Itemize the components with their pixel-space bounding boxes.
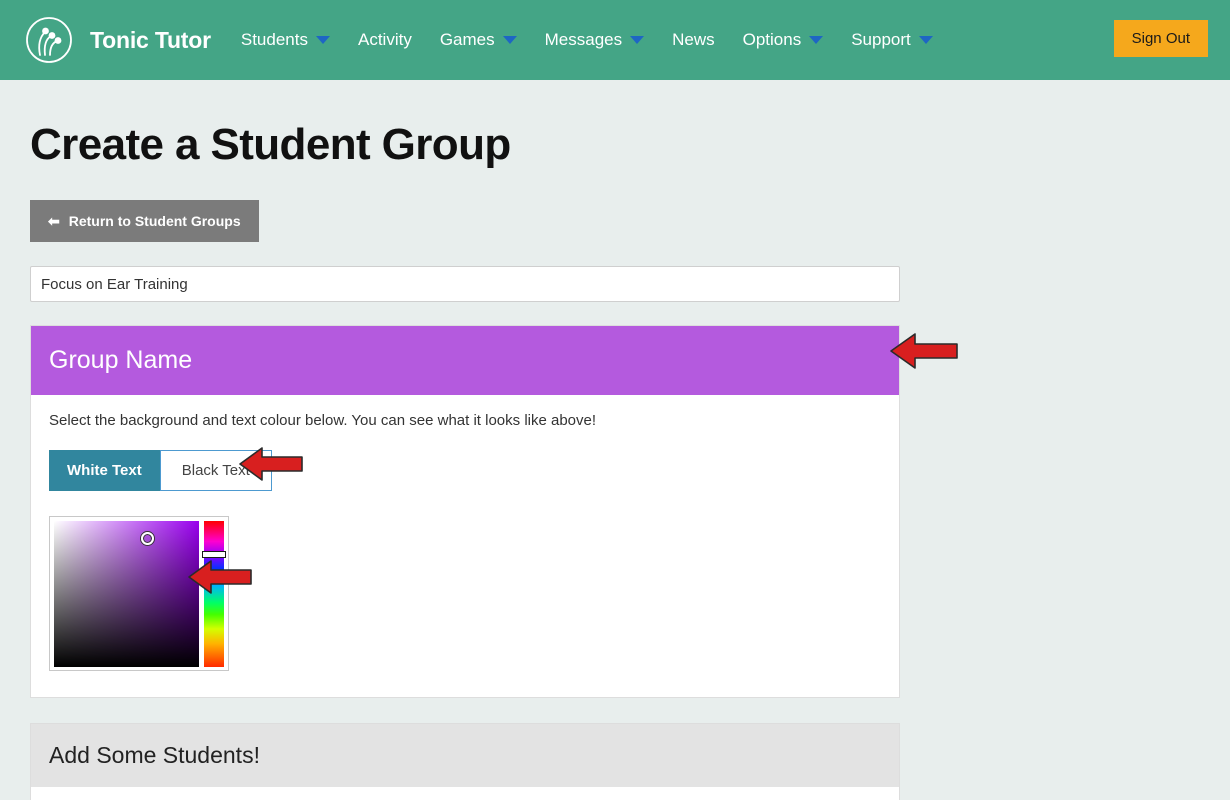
nav-item-label: Students — [241, 30, 308, 50]
top-navbar: Tonic Tutor Students Activity Games Mess… — [0, 0, 1230, 80]
nav-item-students[interactable]: Students — [241, 30, 330, 50]
page-title: Create a Student Group — [30, 120, 1230, 170]
nav-item-games[interactable]: Games — [440, 30, 517, 50]
chevron-down-icon — [919, 36, 933, 44]
nav-item-messages[interactable]: Messages — [545, 30, 644, 50]
nav-item-label: News — [672, 30, 715, 50]
white-text-button[interactable]: White Text — [49, 450, 160, 491]
nav-item-label: Options — [743, 30, 802, 50]
nav-item-label: Messages — [545, 30, 622, 50]
chevron-down-icon — [316, 36, 330, 44]
nav-item-options[interactable]: Options — [743, 30, 824, 50]
return-to-student-groups-button[interactable]: ⬅ Return to Student Groups — [30, 200, 259, 242]
return-button-label: Return to Student Groups — [69, 213, 241, 229]
add-students-title: Add Some Students! — [49, 742, 260, 768]
hue-slider-handle[interactable] — [202, 551, 226, 558]
sign-out-button[interactable]: Sign Out — [1114, 20, 1208, 57]
chevron-down-icon — [809, 36, 823, 44]
add-students-header: Add Some Students! — [31, 724, 899, 787]
hue-slider-strip[interactable] — [204, 521, 224, 667]
arrow-left-icon: ⬅ — [48, 214, 60, 228]
black-text-button[interactable]: Black Text — [160, 450, 272, 491]
group-name-preview-bar: Group Name — [31, 326, 899, 395]
nav-item-label: Activity — [358, 30, 412, 50]
group-name-input[interactable] — [30, 266, 900, 302]
saturation-value-area[interactable] — [54, 521, 199, 667]
colour-picker[interactable] — [49, 516, 229, 671]
nav-item-label: Support — [851, 30, 911, 50]
page-content: Create a Student Group ⬅ Return to Stude… — [0, 120, 1230, 800]
colour-helper-text: Select the background and text colour be… — [49, 412, 881, 429]
nav-items: Students Activity Games Messages News Op… — [241, 30, 961, 50]
nav-item-news[interactable]: News — [672, 30, 715, 50]
group-style-card-body: Select the background and text colour be… — [31, 395, 899, 697]
chevron-down-icon — [503, 36, 517, 44]
student-list-item[interactable]: Aaron - Intermediate — [31, 787, 899, 800]
group-style-card: Group Name Select the background and tex… — [30, 325, 900, 698]
chevron-down-icon — [630, 36, 644, 44]
tonic-tutor-logo-icon[interactable] — [24, 15, 74, 65]
nav-item-support[interactable]: Support — [851, 30, 933, 50]
brand-title[interactable]: Tonic Tutor — [90, 27, 211, 54]
group-name-preview-label: Group Name — [49, 346, 192, 374]
nav-item-label: Games — [440, 30, 495, 50]
text-colour-button-group: White Text Black Text — [49, 450, 881, 491]
saturation-value-cursor[interactable] — [141, 532, 154, 545]
add-students-card: Add Some Students! Aaron - Intermediate — [30, 723, 900, 800]
nav-item-activity[interactable]: Activity — [358, 30, 412, 50]
